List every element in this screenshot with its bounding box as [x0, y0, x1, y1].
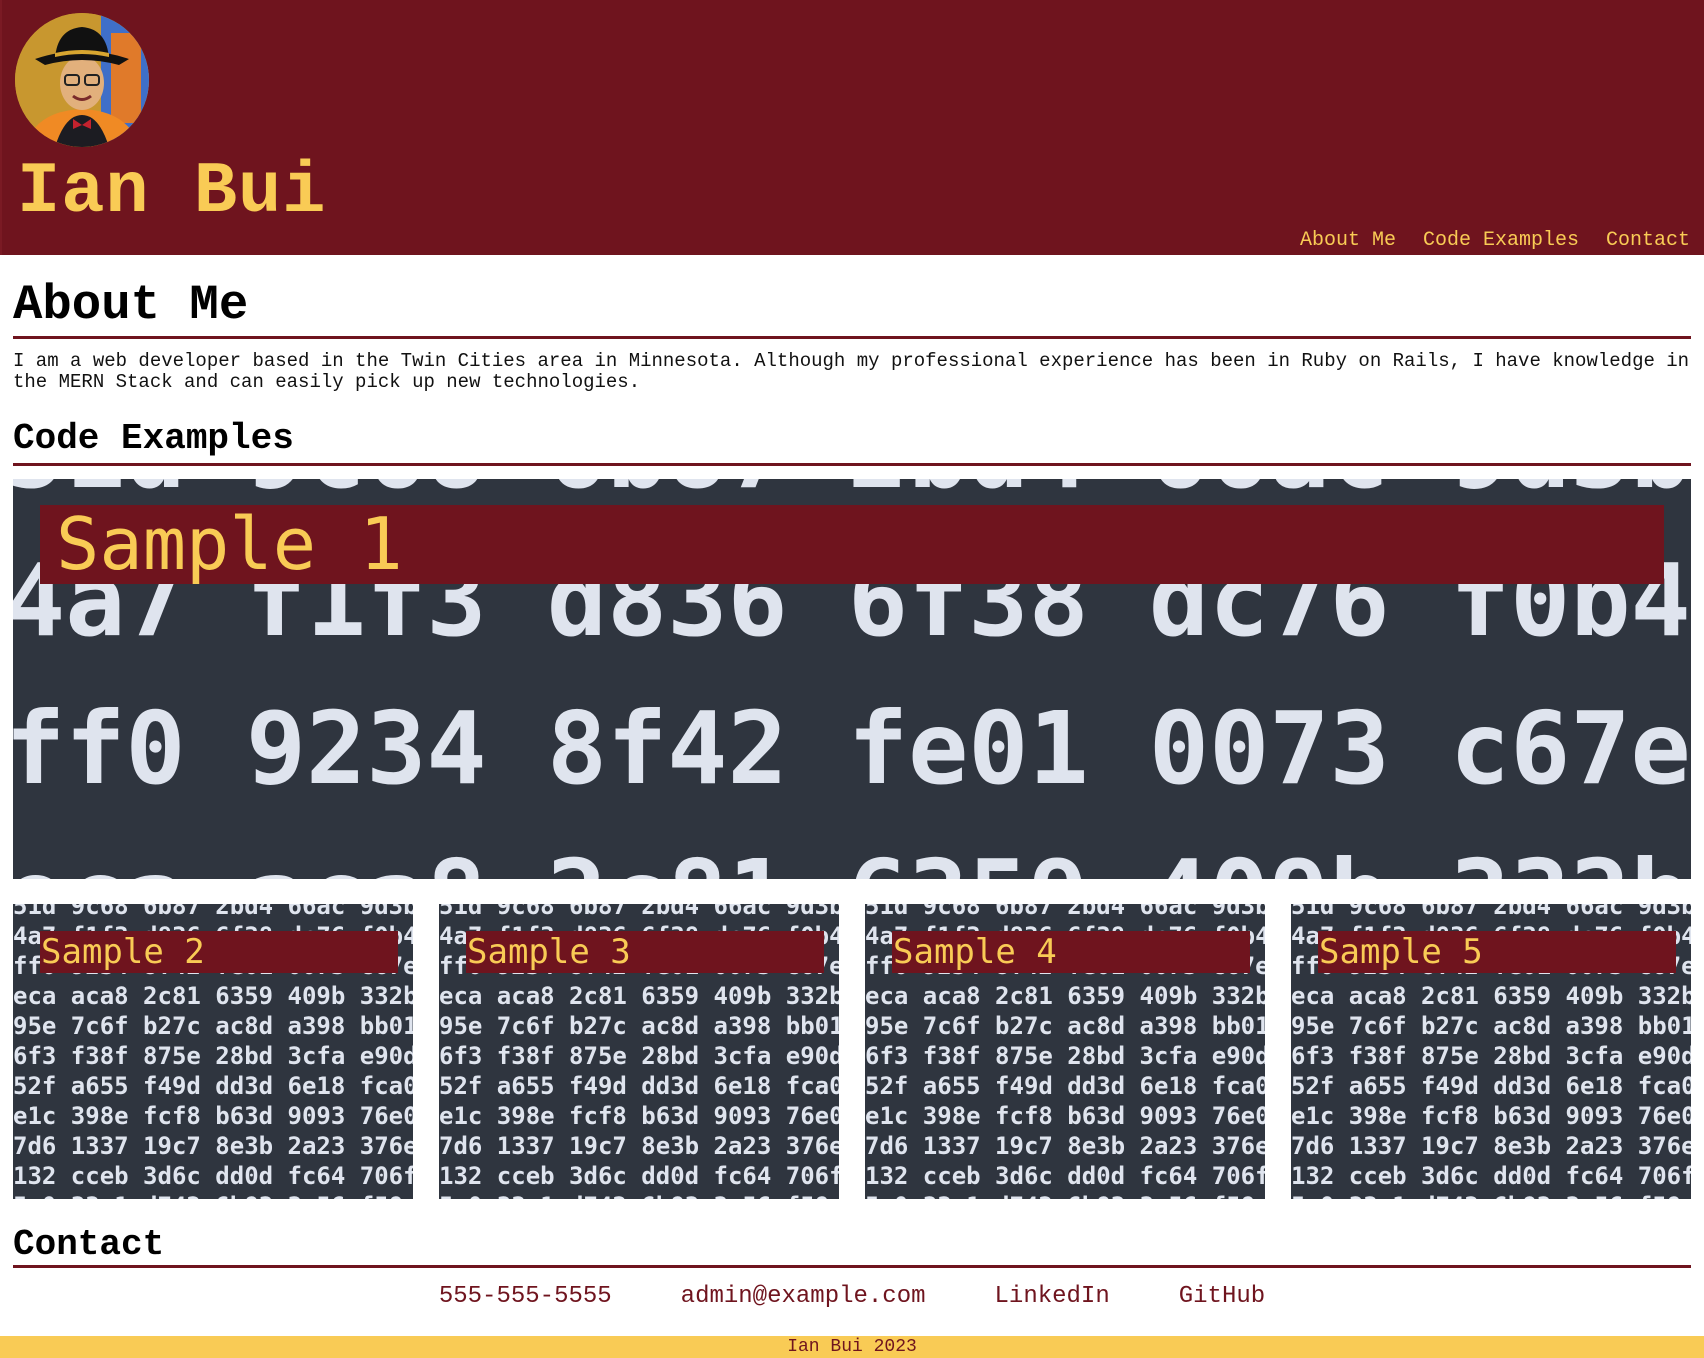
- nav-about-me[interactable]: About Me: [1300, 229, 1396, 253]
- code-examples-heading: Code Examples: [13, 417, 1691, 466]
- main-nav: About Me Code Examples Contact: [1300, 229, 1690, 253]
- sample-label: Sample 3: [467, 932, 631, 972]
- contact-heading: Contact: [13, 1223, 1691, 1268]
- about-heading: About Me: [13, 275, 1691, 339]
- nav-code-examples[interactable]: Code Examples: [1423, 229, 1579, 253]
- sample-card-3[interactable]: 51d 9c68 6b87 2bd4 66ac 9d3b 4a7 f1f3 d8…: [439, 904, 839, 1199]
- sample-label: Sample 1: [56, 502, 403, 586]
- sample-label: Sample 5: [1319, 932, 1483, 972]
- about-text: I am a web developer based in the Twin C…: [13, 350, 1690, 393]
- phone-link[interactable]: 555-555-5555: [439, 1282, 612, 1312]
- site-footer: Ian Bui 2023: [0, 1336, 1704, 1358]
- sample-card-2[interactable]: 51d 9c68 6b87 2bd4 66ac 9d3b 4a7 f1f3 d8…: [13, 904, 413, 1199]
- sample-card-1[interactable]: 51d 9c68 6b87 2bd4 66ac 9d3b 4a7 f1f3 d8…: [13, 479, 1691, 879]
- site-title: Ian Bui: [17, 151, 327, 233]
- sample-card-5[interactable]: 51d 9c68 6b87 2bd4 66ac 9d3b 4a7 f1f3 d8…: [1291, 904, 1691, 1199]
- site-header: Ian Bui About Me Code Examples Contact: [0, 0, 1704, 255]
- github-link[interactable]: GitHub: [1179, 1282, 1265, 1312]
- profile-photo-icon: [15, 13, 149, 147]
- sample-label: Sample 2: [41, 932, 205, 972]
- linkedin-link[interactable]: LinkedIn: [995, 1282, 1110, 1312]
- email-link[interactable]: admin@example.com: [681, 1282, 926, 1312]
- contact-links: 555-555-5555 admin@example.com LinkedIn …: [0, 1282, 1704, 1312]
- sample-card-4[interactable]: 51d 9c68 6b87 2bd4 66ac 9d3b 4a7 f1f3 d8…: [865, 904, 1265, 1199]
- nav-contact[interactable]: Contact: [1606, 229, 1690, 253]
- sample-label: Sample 4: [893, 932, 1057, 972]
- avatar: [15, 13, 149, 147]
